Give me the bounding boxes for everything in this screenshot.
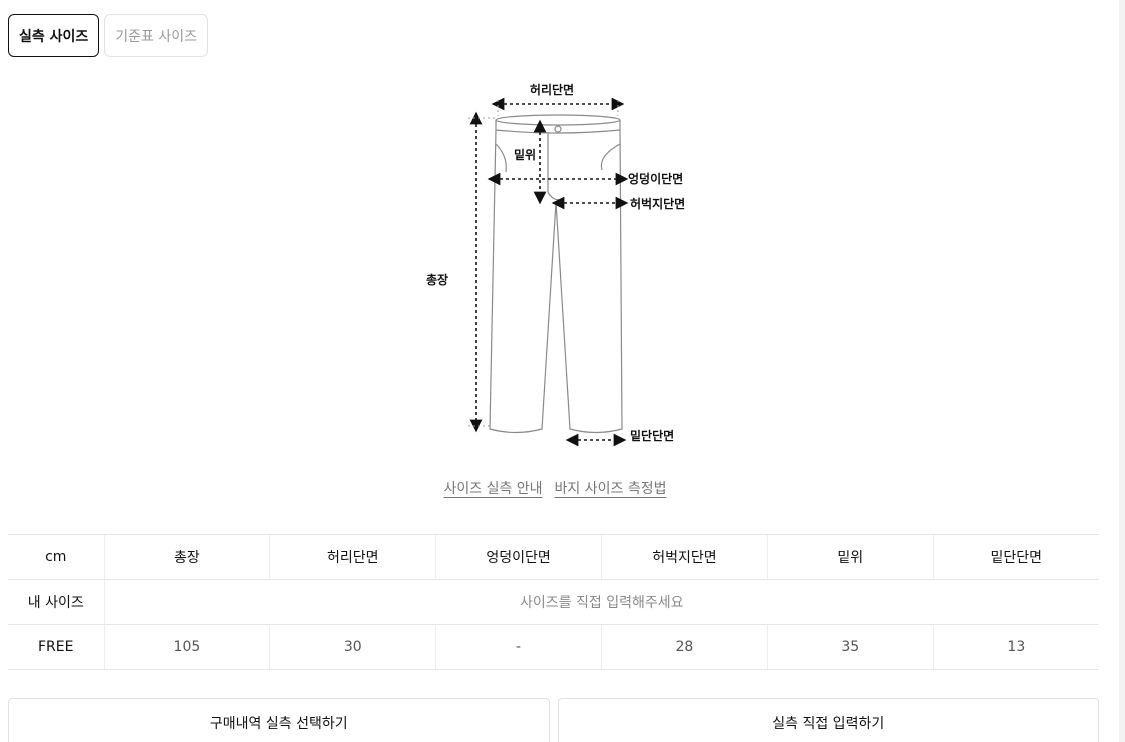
guide-links: 사이즈 실측 안내 바지 사이즈 측정법	[0, 478, 1110, 498]
label-thigh: 허벅지단면	[630, 196, 685, 211]
label-waist: 허리단면	[530, 82, 574, 97]
label-hip: 엉덩이단면	[628, 171, 683, 186]
tab-standard-size[interactable]: 기준표 사이즈	[104, 14, 209, 57]
my-size-label: 내 사이즈	[8, 579, 104, 625]
label-rise: 밑위	[514, 147, 536, 162]
pants-outline	[489, 114, 623, 434]
size-name-cell: FREE	[8, 624, 104, 670]
tab-measured-size[interactable]: 실측 사이즈	[8, 14, 100, 57]
bottom-actions: 구매내역 실측 선택하기 실측 직접 입력하기	[8, 698, 1099, 742]
table-cell: 105	[103, 624, 270, 670]
size-guide-link[interactable]: 사이즈 실측 안내	[443, 478, 542, 498]
my-size-input-prompt[interactable]: 사이즈를 직접 입력해주세요	[103, 579, 1099, 625]
table-cell: -	[435, 624, 602, 670]
size-table: cm 총장 허리단면 엉덩이단면 허벅지단면 밑위 밑단단면 내 사이즈 사이즈…	[8, 534, 1099, 670]
column-header: 밑단단면	[932, 534, 1099, 580]
size-tabs: 실측 사이즈 기준표 사이즈	[8, 14, 209, 57]
column-header: 허벅지단면	[600, 534, 768, 580]
pants-measurement-diagram: 허리단면 밑위 엉덩이단면 허벅지단면 총장 밑단단면	[420, 74, 710, 450]
table-row: FREE 105 30 - 28 35 13	[8, 624, 1099, 670]
direct-input-button[interactable]: 실측 직접 입력하기	[557, 698, 1099, 742]
label-hem: 밑단단면	[630, 428, 674, 443]
scrollbar-track[interactable]	[1119, 0, 1125, 742]
my-size-row: 내 사이즈 사이즈를 직접 입력해주세요	[8, 579, 1099, 625]
table-cell: 30	[269, 624, 436, 670]
column-header: 밑위	[766, 534, 934, 580]
table-header-row: cm 총장 허리단면 엉덩이단면 허벅지단면 밑위 밑단단면	[8, 534, 1099, 580]
label-length: 총장	[426, 272, 448, 287]
pants-measure-link[interactable]: 바지 사이즈 측정법	[555, 478, 667, 498]
table-cell: 35	[766, 624, 934, 670]
column-header: 허리단면	[269, 534, 436, 580]
column-header: 총장	[103, 534, 270, 580]
purchase-history-select-button[interactable]: 구매내역 실측 선택하기	[8, 698, 550, 742]
table-cell: 28	[600, 624, 768, 670]
column-header: 엉덩이단면	[435, 534, 602, 580]
table-cell: 13	[932, 624, 1099, 670]
pants-illustration: 허리단면 밑위 엉덩이단면 허벅지단면 총장 밑단단면	[426, 82, 685, 447]
unit-header: cm	[8, 534, 104, 580]
